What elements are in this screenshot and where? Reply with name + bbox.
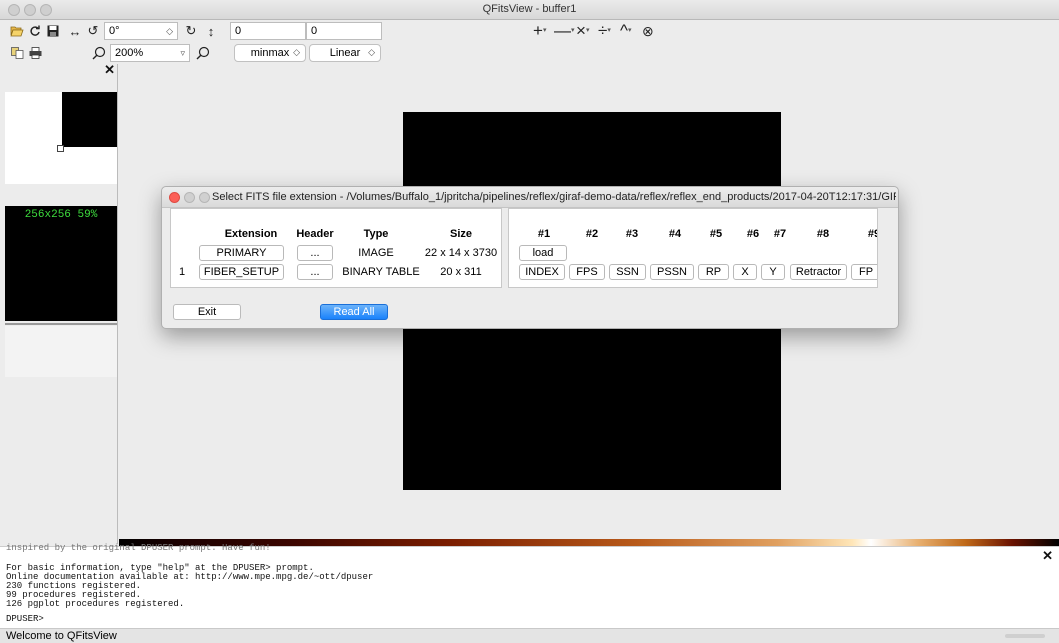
fiber-setup-size: 20 x 311 (440, 266, 482, 278)
scale-type-select[interactable]: Linear ◇ (309, 44, 381, 62)
column-header: #9 (867, 228, 877, 240)
primary-header-button[interactable]: ... (297, 245, 333, 261)
rotate-right-icon[interactable]: ↻ (182, 22, 200, 40)
y-coordinate-field[interactable]: 0 (306, 22, 382, 40)
open-file-icon[interactable] (8, 22, 26, 40)
overview-thumbnail[interactable] (5, 92, 117, 184)
save-icon[interactable] (44, 22, 62, 40)
dialog-close-button[interactable] (169, 192, 180, 203)
column-header: #6 (746, 228, 760, 240)
zoom-level-field[interactable]: 200% ▿ (110, 44, 190, 62)
header-column-header: Header (296, 228, 334, 240)
fiber-setup-extension-button[interactable]: FIBER_SETUP (199, 264, 284, 280)
column-header: #8 (816, 228, 830, 240)
x-coordinate-field[interactable]: 0 (230, 22, 306, 40)
left-dock-panel: ✕ 256x256 59% (0, 62, 118, 544)
load-button[interactable]: load (519, 245, 567, 261)
title-bar: QFitsView - buffer1 (0, 0, 1059, 20)
column-button-pssn[interactable]: PSSN (650, 264, 694, 280)
dpuser-console[interactable]: inspired by the original DPUSER prompt. … (0, 543, 1059, 628)
power-buffer-icon[interactable]: ^▾ (620, 22, 632, 41)
console-line: inspired by the original DPUSER prompt. … (6, 543, 271, 553)
zoom-in-icon[interactable] (194, 44, 212, 62)
select-arrows-icon: ◇ (368, 47, 375, 57)
console-prompt[interactable]: DPUSER> (6, 614, 44, 624)
read-all-button[interactable]: Read All (320, 304, 388, 320)
column-header: #2 (585, 228, 599, 240)
panel-splitter[interactable] (5, 323, 117, 325)
extension-header: Extension (224, 228, 278, 240)
dialog-title: Select FITS file extension - /Volumes/Bu… (212, 191, 896, 203)
magnifier-label: 256x256 59% (24, 209, 98, 221)
subtract-buffer-icon[interactable]: —▾ (554, 22, 575, 41)
primary-type: IMAGE (358, 247, 394, 259)
column-header: #1 (537, 228, 551, 240)
column-button-fps[interactable]: FPS (569, 264, 605, 280)
primary-size: 22 x 14 x 3730 (424, 247, 498, 259)
info-panel (5, 326, 117, 377)
columns-table: #1#2#3#4#5#6#7#8#9 load INDEXFPSSSNPSSNR… (508, 208, 878, 288)
column-header: #3 (625, 228, 639, 240)
extension-table: Extension Header Type Size PRIMARY ... I… (170, 208, 502, 288)
zoom-level-value: 200% (115, 47, 144, 59)
toolbar-row-1: ↔ ↺ 0° ◇ ↻ ↕ 0 0 +▾ —▾ ×▾ ÷▾ ^▾ ⊗ (0, 20, 1059, 42)
dropdown-arrow-icon[interactable]: ▿ (180, 47, 185, 59)
status-text: Welcome to QFitsView (6, 630, 117, 642)
column-button-x[interactable]: X (733, 264, 757, 280)
rotate-left-icon[interactable]: ↺ (84, 22, 102, 40)
rotation-angle-value: 0° (109, 25, 120, 37)
overview-image (62, 92, 117, 147)
multiply-buffer-icon[interactable]: ×▾ (576, 22, 589, 41)
console-line: 126 pgplot procedures registered. (6, 599, 185, 609)
column-button-fp[interactable]: FP (851, 264, 877, 280)
column-header: #7 (773, 228, 787, 240)
exit-button[interactable]: Exit (173, 304, 241, 320)
overview-resize-handle[interactable] (57, 145, 64, 152)
column-button-index[interactable]: INDEX (519, 264, 565, 280)
size-column-header: Size (449, 228, 472, 240)
add-buffer-icon[interactable]: +▾ (533, 22, 546, 41)
fiber-setup-header-button[interactable]: ... (297, 264, 333, 280)
fiber-setup-type: BINARY TABLE (342, 266, 420, 278)
print-icon[interactable] (26, 44, 44, 62)
rotation-angle-field[interactable]: 0° ◇ (104, 22, 178, 40)
qfitsview-window: QFitsView - buffer1 ↔ ↺ 0° ◇ ↻ ↕ 0 0 +▾ … (0, 0, 1059, 643)
flip-horizontal-icon[interactable]: ↔ (66, 22, 84, 40)
row-index: 1 (178, 266, 186, 278)
select-arrows-icon: ◇ (293, 47, 300, 57)
reload-icon[interactable] (26, 22, 44, 40)
column-button-rp[interactable]: RP (698, 264, 729, 280)
type-column-header: Type (363, 228, 389, 240)
scale-type-value: Linear (329, 47, 361, 59)
dialog-title-bar: Select FITS file extension - /Volumes/Bu… (162, 187, 898, 208)
cancel-operation-icon[interactable]: ⊗ (642, 23, 654, 41)
column-button-retractor[interactable]: Retractor (790, 264, 847, 280)
spin-arrows-icon[interactable]: ◇ (166, 25, 173, 37)
column-header: #5 (709, 228, 723, 240)
status-slider[interactable] (1005, 634, 1045, 638)
toolbar-row-2: 200% ▿ minmax ◇ Linear ◇ (0, 42, 1059, 64)
status-bar: Welcome to QFitsView (0, 628, 1059, 643)
dialog-zoom-button (199, 192, 210, 203)
close-icon[interactable]: ✕ (104, 62, 115, 78)
column-button-y[interactable]: Y (761, 264, 785, 280)
zoom-out-icon[interactable] (90, 44, 108, 62)
primary-extension-button[interactable]: PRIMARY (199, 245, 284, 261)
scale-mode-select[interactable]: minmax ◇ (234, 44, 306, 62)
divide-buffer-icon[interactable]: ÷▾ (598, 22, 611, 41)
flip-vertical-icon[interactable]: ↕ (202, 22, 220, 40)
magnifier-view: 256x256 59% (5, 206, 117, 321)
column-header: #4 (668, 228, 682, 240)
copy-icon[interactable] (8, 44, 26, 62)
column-button-ssn[interactable]: SSN (609, 264, 646, 280)
scale-mode-value: minmax (250, 47, 290, 59)
dialog-minimize-button (184, 192, 195, 203)
window-title: QFitsView - buffer1 (482, 3, 577, 15)
close-icon[interactable]: ✕ (1042, 549, 1053, 562)
select-extension-dialog: Select FITS file extension - /Volumes/Bu… (161, 186, 899, 329)
